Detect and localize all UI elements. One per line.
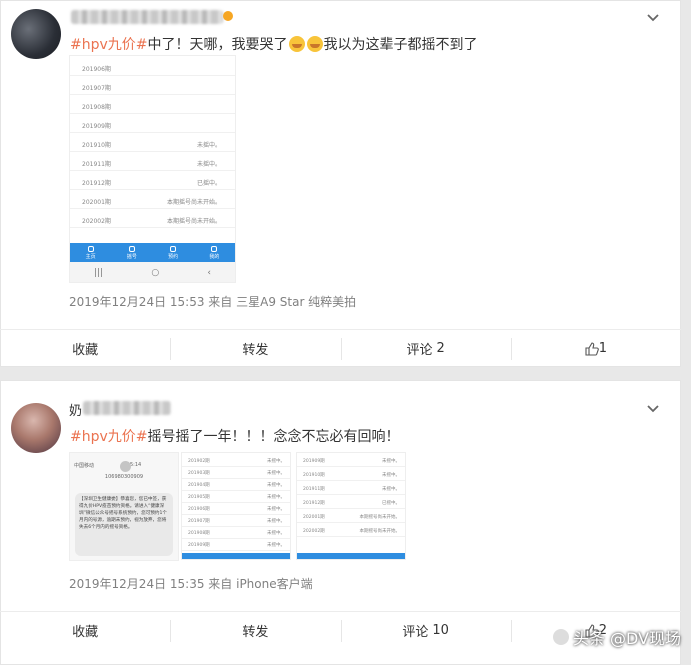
thumbs-up-icon [585, 341, 599, 356]
crying-emoji-icon [306, 36, 323, 52]
post-body: 摇号摇了一年！！！念念不忘必有回响！ [147, 429, 400, 445]
collect-button[interactable]: 收藏 [0, 330, 170, 367]
home-icon [87, 245, 94, 252]
list-item: 201905期 未摇中。 [182, 491, 290, 503]
username-blurred[interactable] [71, 10, 223, 24]
post-body: 我以为这辈子都摇不到了 [323, 37, 478, 53]
action-bar: 收藏 转发 评论 2 1 [0, 329, 681, 367]
list-item: 201909期 未摇中。 [182, 539, 290, 551]
phone-navbar: ||| ○ ‹ [70, 262, 235, 282]
recents-icon: ||| [94, 268, 104, 278]
chevron-down-icon[interactable] [646, 11, 660, 25]
pen-icon [170, 245, 177, 252]
topic-tag[interactable]: #hpv九价# [70, 429, 148, 445]
list-item: 201907期 未摇中。 [182, 515, 290, 527]
post-text: #hpv九价#摇号摇了一年！！！念念不忘必有回响！ [70, 426, 400, 446]
home-circle-icon: ○ [151, 268, 160, 278]
list-item: 201908期 未摇中。 [182, 527, 290, 539]
list-item: 201908期 [70, 96, 235, 114]
list-item: 201910期 未摇中。 [70, 134, 235, 152]
list-item: 201906期 未摇中。 [182, 503, 290, 515]
comment-button[interactable]: 评论 10 [340, 612, 511, 649]
comment-button[interactable]: 评论 2 [340, 330, 511, 367]
list-item: 201912期 已摇中。 [297, 497, 405, 509]
collect-button[interactable]: 收藏 [0, 612, 170, 649]
post-meta: 2019年12月24日 15:35 来自 iPhone客户端 [69, 577, 313, 591]
watermark: 头条 @DV现场 [552, 625, 681, 649]
list-item: 201906期 [70, 58, 235, 76]
list-item: 202002期 本期摇号尚未开始。 [297, 525, 405, 537]
username-blurred[interactable] [83, 401, 171, 415]
list-item: 201909期 未摇中。 [297, 455, 405, 467]
list-item: 201912期 已摇中。 [70, 172, 235, 190]
repost-button[interactable]: 转发 [170, 612, 340, 649]
app-tabbar: 主页 摇号 预约 我的 [70, 243, 235, 262]
chevron-down-icon[interactable] [646, 402, 660, 416]
post-text: #hpv九价#中了！天哪，我要哭了 我以为这辈子都摇不到了 [70, 34, 478, 54]
list-item: 201911期 未摇中。 [297, 483, 405, 495]
list-item: 201907期 [70, 77, 235, 95]
avatar[interactable] [11, 403, 61, 453]
list-item: 201902期 未摇中。 [182, 455, 290, 467]
list-item: 202001期 本期摇号尚未开始。 [70, 191, 235, 209]
repost-button[interactable]: 转发 [170, 330, 340, 367]
toutiao-logo-icon [552, 629, 569, 645]
username-first-char[interactable]: 奶 [69, 400, 82, 419]
lottery-icon [128, 245, 135, 252]
back-icon: ‹ [207, 268, 211, 278]
like-button[interactable]: 1 [510, 330, 681, 367]
member-badge-icon [223, 11, 233, 21]
post-meta: 2019年12月24日 15:53 来自 三星A9 Star 纯粹美拍 [69, 295, 357, 309]
post-image-list[interactable]: 201902期 未摇中。 201903期 未摇中。 201904期 未摇中。 201905期… [181, 452, 291, 560]
list-item: 201909期 [70, 115, 235, 133]
avatar[interactable] [11, 9, 61, 59]
post-body: 中了！天哪，我要哭了 [147, 37, 288, 53]
app-tabbar [297, 553, 405, 559]
list-item: 201911期 未摇中。 [70, 153, 235, 171]
contact-avatar-icon [120, 461, 131, 472]
user-icon [211, 245, 218, 252]
topic-tag[interactable]: #hpv九价# [70, 37, 148, 53]
list-item: 201904期 未摇中。 [182, 479, 290, 491]
list-item: 202002期 本期摇号尚未开始。 [70, 210, 235, 228]
list-item: 201910期 未摇中。 [297, 469, 405, 481]
crying-emoji-icon [288, 36, 305, 52]
app-tabbar [182, 553, 290, 559]
list-item: 201903期 未摇中。 [182, 467, 290, 479]
sms-bubble: 【深圳卫生健康委】恭喜您，您已中签，获得九价HPV疫苗预约资格。请进入“健康深圳… [75, 493, 173, 556]
post-image[interactable]: 201906期 201907期 201908期 201909期 201910期 未摇中。 2… [69, 55, 236, 283]
list-item: 202001期 本期摇号尚未开始。 [297, 511, 405, 523]
weibo-feed: #hpv九价#中了！天哪，我要哭了 我以为这辈子都摇不到了 201906期 2019… [0, 0, 691, 665]
post-image-sms[interactable]: 中国移动 15:14 106980300909 【深圳卫生健康委】恭喜您，您已中签… [69, 452, 179, 561]
post-image-list[interactable]: 201909期 未摇中。 201910期 未摇中。 201911期 未摇中。 201912期… [296, 452, 406, 560]
